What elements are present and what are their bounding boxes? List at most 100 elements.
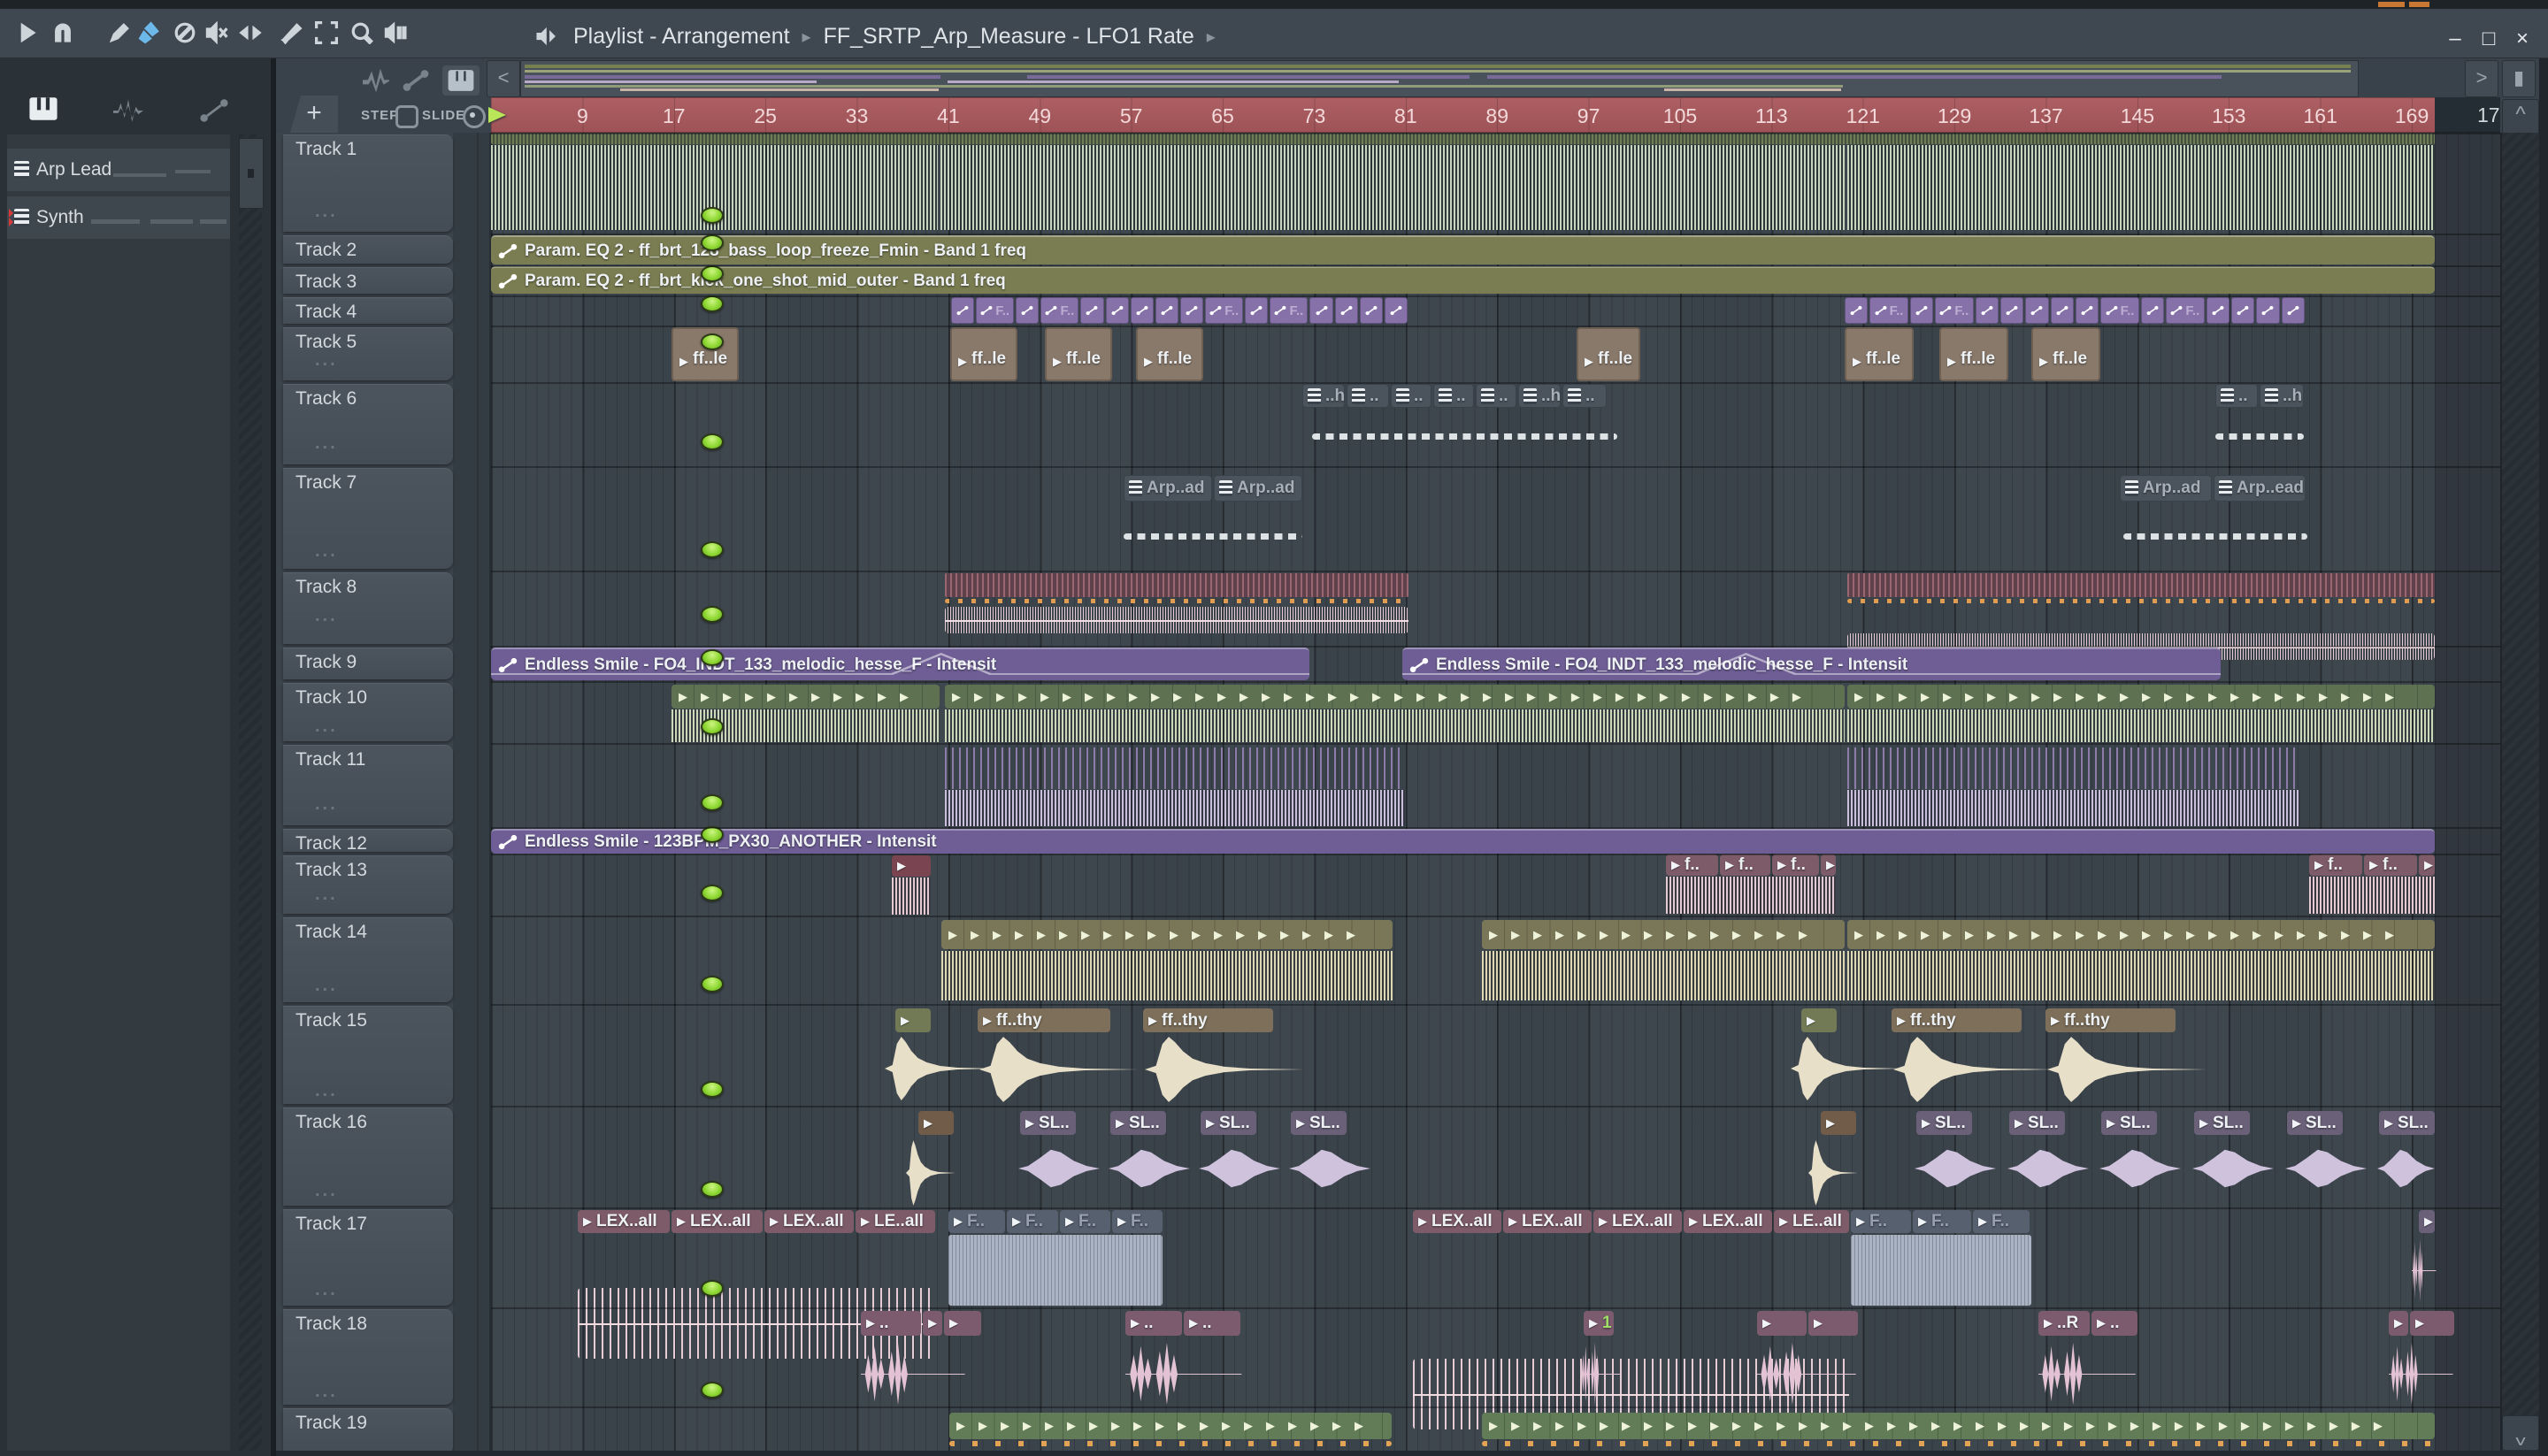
audio-shape-crash[interactable] <box>1145 1033 1304 1106</box>
audio-shape-swell[interactable] <box>1199 1143 1280 1194</box>
play-tool-icon[interactable] <box>12 18 42 48</box>
waveform-clip[interactable] <box>945 747 1405 789</box>
track-mute-led[interactable] <box>701 541 724 558</box>
automation-mini-clip[interactable] <box>1909 297 1934 324</box>
automation-clip[interactable]: Param. EQ 2 - ff_brt_kick_one_shot_mid_o… <box>491 266 2435 294</box>
performance-wave-icon[interactable] <box>362 68 392 96</box>
track-mute-led[interactable] <box>701 718 724 735</box>
clip-header[interactable]: ▶ <box>944 1311 981 1336</box>
audio-shape-crash[interactable] <box>979 1033 1139 1106</box>
track-header[interactable]: Track 9 <box>283 648 724 679</box>
automation-mini-clip[interactable] <box>2206 297 2230 324</box>
audio-shape-swell[interactable] <box>2007 1143 2089 1194</box>
picker-tab-automation-icon[interactable] <box>199 97 229 128</box>
track-mute-led[interactable] <box>701 606 724 623</box>
track-mute-led[interactable] <box>701 1081 724 1098</box>
automation-mini-clip[interactable]: F.. <box>976 297 1015 324</box>
clip-header[interactable]: ▶ <box>1757 1311 1807 1336</box>
step-toggle[interactable] <box>395 105 418 128</box>
waveform-clip[interactable] <box>1847 709 2435 742</box>
automation-mini-clip[interactable] <box>1999 297 2024 324</box>
waveform-clip[interactable] <box>1851 1235 2031 1306</box>
automation-mini-clip[interactable] <box>2050 297 2074 324</box>
clip-header[interactable]: ▶ LEX..all <box>1503 1210 1592 1233</box>
track-header[interactable]: Track 3 <box>283 265 724 294</box>
clip-header[interactable]: ▶ <box>1821 1111 1856 1135</box>
automation-mini-clip[interactable] <box>2256 297 2280 324</box>
automation-mini-clip[interactable] <box>1334 297 1358 324</box>
automation-mini-clip[interactable] <box>1016 297 1040 324</box>
sliced-audio-headers[interactable]: ▶▶▶▶▶▶▶▶▶▶▶▶▶▶▶ <box>1482 920 1845 949</box>
clip-header[interactable]: ▶ f.. <box>2309 854 2362 876</box>
slide-toggle[interactable] <box>463 105 486 128</box>
playback-tool-icon[interactable] <box>380 18 411 48</box>
track-mute-led[interactable] <box>701 794 724 811</box>
clip-header[interactable]: ▶ LEX..all <box>764 1210 854 1233</box>
clip-header[interactable]: ▶ F.. <box>1973 1210 2030 1233</box>
track-options-dots[interactable]: ... <box>315 606 338 626</box>
slice-markers-row[interactable] <box>949 1441 1392 1446</box>
track-options-dots[interactable]: ... <box>315 350 338 371</box>
automation-mini-clip[interactable] <box>1384 297 1408 324</box>
slice-tool-icon[interactable] <box>276 18 306 48</box>
sliced-audio-headers[interactable]: ▶▶▶▶▶▶▶▶▶▶▶▶▶▶▶▶▶▶▶▶▶▶▶▶▶▶▶▶▶▶▶▶▶▶▶▶▶▶▶ <box>945 685 1845 709</box>
clip-header[interactable]: ▶ <box>2389 1311 2408 1336</box>
track-mute-led[interactable] <box>701 433 724 450</box>
clip-header[interactable]: ▶ ff..thy <box>2045 1008 2176 1032</box>
waveform-clip[interactable] <box>945 709 1845 742</box>
track-options-dots[interactable]: ... <box>315 1081 338 1101</box>
audio-shape-crash[interactable] <box>2047 1033 2206 1106</box>
clip-header[interactable]: ▶ SL.. <box>2287 1111 2343 1135</box>
audio-shape-crash[interactable] <box>1808 1137 1858 1209</box>
track-header[interactable]: Track 1... <box>283 134 724 232</box>
clip-header[interactable]: ▶ LEX..all <box>1413 1210 1501 1233</box>
track-mute-led[interactable] <box>701 885 724 901</box>
clip-header[interactable]: ▶.. <box>1125 1311 1182 1336</box>
pattern-clip[interactable]: .. <box>2215 384 2258 408</box>
clip-header[interactable]: ▶ <box>2410 1311 2454 1336</box>
automation-mini-clip[interactable]: F.. <box>1040 297 1079 324</box>
midi-notes-preview[interactable] <box>2215 433 2304 440</box>
slip-tool-icon[interactable] <box>235 18 265 48</box>
picker-tab-audio-icon[interactable] <box>113 97 143 128</box>
audio-shape-swell[interactable] <box>1109 1143 1190 1194</box>
clip-header[interactable]: ▶ SL.. <box>2379 1111 2435 1135</box>
automation-mini-clip[interactable] <box>1180 297 1204 324</box>
slice-markers-row[interactable] <box>1482 1441 2435 1446</box>
pattern-item-synth[interactable]: Synth <box>7 196 230 239</box>
waveform-clip[interactable] <box>1847 790 2300 826</box>
clip-header[interactable]: ▶ F.. <box>1007 1210 1058 1233</box>
sliced-audio-headers[interactable]: ▶▶▶▶▶▶▶▶▶▶▶ <box>672 685 940 709</box>
automation-clip[interactable]: Endless Smile - 123BPM_PX30_ANOTHER - In… <box>491 829 2435 854</box>
track-mute-led[interactable] <box>701 333 724 350</box>
audio-clip-header[interactable] <box>491 134 2435 144</box>
track-mute-led[interactable] <box>701 976 724 992</box>
pattern-clip[interactable]: .. <box>1433 384 1474 408</box>
picker-tab-patterns-icon[interactable] <box>28 96 58 126</box>
track-options-dots[interactable]: ... <box>315 1181 338 1201</box>
zoom-handle-button[interactable]: ▮ <box>2502 60 2536 97</box>
automation-mini-clip[interactable]: F.. <box>1869 297 1908 324</box>
clip-header[interactable]: ▶ f.. <box>1772 854 1819 876</box>
audio-shape-crash[interactable] <box>906 1137 956 1209</box>
clip-header[interactable]: ▶ <box>1801 1008 1837 1032</box>
pattern-clip[interactable]: Arp..ead <box>2214 475 2306 502</box>
audio-shape-crash[interactable] <box>1791 1033 1901 1104</box>
midi-notes-preview[interactable] <box>1124 533 1302 540</box>
waveform-clip[interactable] <box>2309 877 2435 914</box>
pattern-clip[interactable]: .. <box>1391 384 1431 408</box>
clip-header[interactable]: ▶ ff..thy <box>1143 1008 1273 1032</box>
clip-header[interactable]: ▶ F.. <box>1060 1210 1110 1233</box>
clip-header[interactable]: ▶ <box>923 1311 942 1336</box>
track-header[interactable]: Track 13... <box>283 855 724 914</box>
automation-mini-clip[interactable] <box>1105 297 1129 324</box>
track-options-dots[interactable]: ... <box>315 202 338 222</box>
sample-clip[interactable]: ▶ ff..le <box>1845 327 1914 381</box>
track-header[interactable]: Track 8... <box>283 572 724 644</box>
automation-mini-clip[interactable]: F.. <box>1935 297 1974 324</box>
waveform-clip[interactable] <box>945 607 1408 633</box>
waveform-clip[interactable] <box>1847 951 2435 1000</box>
picker-scrollbar[interactable] <box>239 134 262 1451</box>
automation-mini-clip[interactable] <box>2076 297 2099 324</box>
pattern-clip[interactable]: Arp..ad <box>1214 475 1302 502</box>
